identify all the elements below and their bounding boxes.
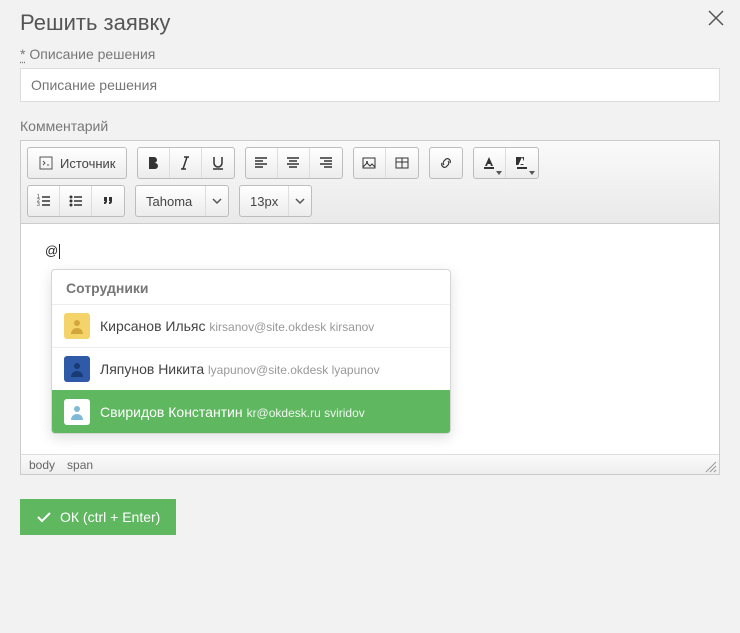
quote-icon bbox=[100, 193, 116, 209]
solution-label-text: Описание решения bbox=[29, 46, 155, 62]
numbered-list-button[interactable]: 123 bbox=[28, 186, 60, 216]
bg-color-icon bbox=[514, 155, 530, 171]
person-icon bbox=[68, 360, 86, 378]
source-label: Источник bbox=[60, 156, 116, 171]
numbered-list-icon: 123 bbox=[36, 193, 52, 209]
close-button[interactable] bbox=[706, 8, 726, 31]
font-name-value: Tahoma bbox=[136, 186, 206, 216]
underline-icon bbox=[210, 155, 226, 171]
align-right-icon bbox=[318, 155, 334, 171]
align-right-button[interactable] bbox=[310, 148, 342, 178]
rich-text-editor: Источник bbox=[20, 140, 720, 475]
link-icon bbox=[438, 155, 454, 171]
editor-toolbar: Источник bbox=[21, 141, 719, 224]
mention-dropdown: Сотрудники Кирсанов Ильяс kirsanov@site.… bbox=[51, 269, 451, 434]
check-icon bbox=[36, 509, 52, 525]
solution-field-wrap bbox=[0, 68, 740, 114]
italic-icon bbox=[177, 155, 193, 171]
bulleted-list-button[interactable] bbox=[60, 186, 92, 216]
text-color-icon bbox=[481, 155, 497, 171]
bulleted-list-icon bbox=[68, 193, 84, 209]
mention-item-selected[interactable]: Свиридов Константин kr@okdesk.ru svirido… bbox=[52, 390, 450, 433]
text-cursor bbox=[59, 244, 60, 259]
image-button[interactable] bbox=[354, 148, 386, 178]
modal-footer: ОК (ctrl + Enter) bbox=[0, 475, 740, 545]
quote-button[interactable] bbox=[92, 186, 124, 216]
svg-text:3: 3 bbox=[37, 202, 40, 208]
avatar bbox=[64, 313, 90, 339]
editor-canvas[interactable]: @ Сотрудники Кирсанов Ильяс kirsanov@sit… bbox=[21, 224, 719, 454]
avatar bbox=[64, 399, 90, 425]
chevron-down-icon bbox=[295, 196, 305, 206]
font-size-select[interactable]: 13px bbox=[239, 185, 312, 217]
mention-text: Кирсанов Ильяс kirsanov@site.okdesk kirs… bbox=[100, 318, 374, 334]
bold-button[interactable] bbox=[138, 148, 170, 178]
element-path-bar: body span bbox=[21, 454, 719, 474]
path-segment[interactable]: body bbox=[29, 458, 55, 472]
table-icon bbox=[394, 155, 410, 171]
source-icon bbox=[38, 155, 54, 171]
mention-email: kr@okdesk.ru sviridov bbox=[247, 406, 365, 420]
font-name-select[interactable]: Tahoma bbox=[135, 185, 229, 217]
mention-name: Кирсанов Ильяс bbox=[100, 318, 206, 334]
mention-text: Свиридов Константин kr@okdesk.ru svirido… bbox=[100, 404, 365, 420]
underline-button[interactable] bbox=[202, 148, 234, 178]
ok-label: ОК (ctrl + Enter) bbox=[60, 509, 160, 525]
mention-header: Сотрудники bbox=[52, 270, 450, 304]
mention-email: kirsanov@site.okdesk kirsanov bbox=[209, 320, 374, 334]
align-center-button[interactable] bbox=[278, 148, 310, 178]
mention-name: Свиридов Константин bbox=[100, 404, 243, 420]
mention-text: Ляпунов Никита lyapunov@site.okdesk lyap… bbox=[100, 361, 380, 377]
dropdown-caret-icon bbox=[496, 171, 502, 175]
typed-text: @ bbox=[45, 243, 58, 258]
ok-button[interactable]: ОК (ctrl + Enter) bbox=[20, 499, 176, 535]
required-mark: * bbox=[20, 46, 25, 62]
comment-field-label: Комментарий bbox=[0, 114, 740, 140]
image-icon bbox=[361, 155, 377, 171]
path-segment[interactable]: span bbox=[67, 458, 93, 472]
solution-field-label: * Описание решения bbox=[0, 42, 740, 68]
modal-title: Решить заявку bbox=[0, 0, 740, 42]
mention-name: Ляпунов Никита bbox=[100, 361, 204, 377]
avatar bbox=[64, 356, 90, 382]
table-button[interactable] bbox=[386, 148, 418, 178]
dropdown-caret-icon bbox=[529, 171, 535, 175]
mention-item[interactable]: Ляпунов Никита lyapunov@site.okdesk lyap… bbox=[52, 347, 450, 390]
align-left-icon bbox=[253, 155, 269, 171]
bg-color-button[interactable] bbox=[506, 148, 538, 178]
text-color-button[interactable] bbox=[474, 148, 506, 178]
source-button[interactable]: Источник bbox=[28, 148, 126, 178]
person-icon bbox=[68, 403, 86, 421]
align-center-icon bbox=[285, 155, 301, 171]
italic-button[interactable] bbox=[170, 148, 202, 178]
bold-icon bbox=[145, 155, 161, 171]
resize-grip-icon[interactable] bbox=[705, 461, 717, 473]
close-icon bbox=[706, 8, 726, 28]
align-left-button[interactable] bbox=[246, 148, 278, 178]
mention-item[interactable]: Кирсанов Ильяс kirsanov@site.okdesk kirs… bbox=[52, 304, 450, 347]
person-icon bbox=[68, 317, 86, 335]
mention-email: lyapunov@site.okdesk lyapunov bbox=[208, 363, 380, 377]
resolve-ticket-modal: Решить заявку * Описание решения Коммент… bbox=[0, 0, 740, 545]
solution-input[interactable] bbox=[20, 68, 720, 102]
chevron-down-icon bbox=[212, 196, 222, 206]
link-button[interactable] bbox=[430, 148, 462, 178]
font-size-value: 13px bbox=[240, 186, 289, 216]
